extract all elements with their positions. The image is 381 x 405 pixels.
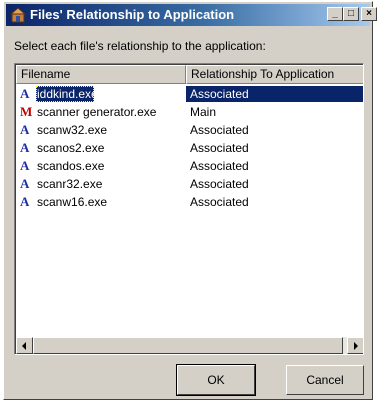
ok-button[interactable]: OK xyxy=(176,364,256,396)
instruction-label: Select each file's relationship to the a… xyxy=(14,39,266,53)
relationship[interactable]: Associated xyxy=(190,87,249,101)
list-header: Filename Relationship To Application xyxy=(16,65,363,84)
associated-file-icon: A xyxy=(20,86,30,101)
list-item[interactable]: A scanr32.exe Associated xyxy=(16,175,363,193)
associated-file-icon: A xyxy=(20,122,30,137)
list-rows: A iddkind.exe Associated M scanner gener… xyxy=(16,85,363,211)
associated-file-icon: A xyxy=(20,140,30,155)
list-item[interactable]: M scanner generator.exe Main xyxy=(16,103,363,121)
horizontal-scrollbar[interactable] xyxy=(16,337,363,354)
arrow-right-icon xyxy=(354,342,358,350)
close-button[interactable]: × xyxy=(361,7,377,21)
relationship[interactable]: Associated xyxy=(190,141,249,155)
filename: scanw32.exe xyxy=(37,123,108,137)
scrollbar-thumb[interactable] xyxy=(33,337,343,354)
column-header-relationship[interactable]: Relationship To Application xyxy=(186,65,363,84)
application-icon xyxy=(9,7,27,23)
filename: iddkind.exe xyxy=(37,87,98,101)
filename: scanw16.exe xyxy=(37,195,108,209)
arrow-left-icon xyxy=(22,342,26,350)
scroll-right-button[interactable] xyxy=(347,337,363,354)
relationship[interactable]: Associated xyxy=(190,123,249,137)
filename: scanner generator.exe xyxy=(37,105,157,119)
associated-file-icon: A xyxy=(20,194,30,209)
cancel-button[interactable]: Cancel xyxy=(286,365,364,395)
main-file-icon: M xyxy=(20,104,33,119)
relationship[interactable]: Main xyxy=(190,105,216,119)
list-item[interactable]: A scanw16.exe Associated xyxy=(16,193,363,211)
list-item[interactable]: A iddkind.exe Associated xyxy=(16,85,363,103)
title-bar[interactable]: Files' Relationship to Application _ □ × xyxy=(6,4,377,26)
associated-file-icon: A xyxy=(20,158,30,173)
window-title: Files' Relationship to Application xyxy=(30,7,235,22)
list-item[interactable]: A scanw32.exe Associated xyxy=(16,121,363,139)
file-list[interactable]: Filename Relationship To Application A i… xyxy=(14,63,364,355)
column-header-filename[interactable]: Filename xyxy=(16,65,186,84)
scroll-left-button[interactable] xyxy=(16,337,33,354)
associated-file-icon: A xyxy=(20,176,30,191)
minimize-button[interactable]: _ xyxy=(327,7,343,21)
filename: scanr32.exe xyxy=(37,177,103,191)
relationship[interactable]: Associated xyxy=(190,195,249,209)
dialog-window: Files' Relationship to Application _ □ ×… xyxy=(3,1,377,400)
list-item[interactable]: A scandos.exe Associated xyxy=(16,157,363,175)
relationship[interactable]: Associated xyxy=(190,159,249,173)
relationship[interactable]: Associated xyxy=(190,177,249,191)
maximize-button[interactable]: □ xyxy=(343,7,359,21)
filename: scandos.exe xyxy=(37,159,105,173)
filename: scanos2.exe xyxy=(37,141,105,155)
list-item[interactable]: A scanos2.exe Associated xyxy=(16,139,363,157)
